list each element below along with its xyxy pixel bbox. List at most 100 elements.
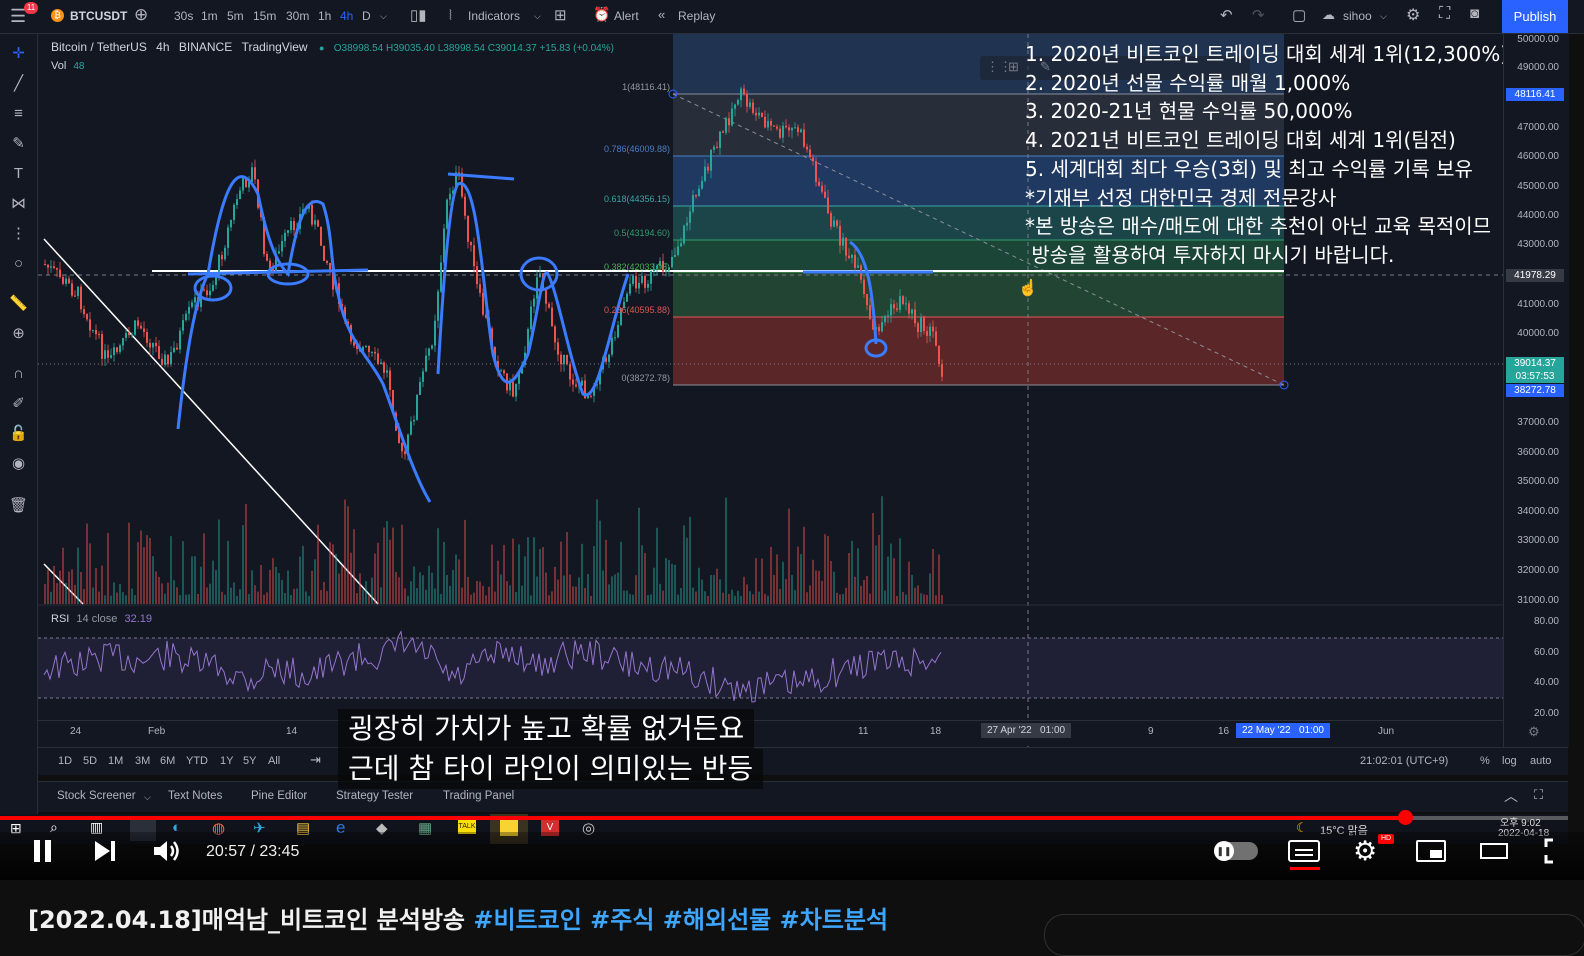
chevron-up-icon[interactable]: ︿ [1504, 786, 1518, 806]
volume-bar [548, 595, 550, 604]
interval-4h[interactable]: 4h [340, 9, 353, 23]
prediction-icon[interactable]: ⋮ [9, 224, 28, 243]
range-all[interactable]: All [268, 755, 280, 767]
range-6m[interactable]: 6M [160, 755, 175, 767]
symbol-search[interactable]: BTCUSDT [70, 9, 127, 23]
eye-icon[interactable]: ◉ [9, 454, 28, 473]
chevron-down-icon[interactable]: ⌵ [1380, 11, 1387, 22]
settings-gear-icon[interactable]: ⚙ [1353, 836, 1377, 867]
next-icon[interactable] [92, 838, 118, 864]
range-ytd[interactable]: YTD [186, 755, 208, 767]
candle-body [557, 342, 559, 355]
fullscreen-video-icon[interactable] [1544, 838, 1568, 864]
settings-icon[interactable]: ⚙ [1406, 5, 1420, 25]
interval-5m[interactable]: 5m [227, 9, 244, 23]
horizontal-lines-icon[interactable]: ≡ [9, 104, 28, 123]
range-1m[interactable]: 1M [108, 755, 123, 767]
price-scale[interactable]: 50000.00 49000.00 47000.00 46000.00 4500… [1503, 34, 1569, 747]
volume-bar [389, 539, 391, 604]
template-icon[interactable]: ⊞ [1008, 59, 1019, 75]
brush-icon[interactable]: ✎ [9, 134, 28, 153]
volume-bar [782, 561, 784, 604]
hashtag-link[interactable]: #차트분석 [780, 906, 888, 934]
compare-symbol-icon[interactable]: ⊕ [134, 5, 148, 25]
interval-1m[interactable]: 1m [201, 9, 218, 23]
zoom-icon[interactable]: ⊕ [9, 324, 28, 343]
pause-icon[interactable] [32, 838, 54, 864]
volume-bar [545, 572, 547, 604]
sidebar-chip[interactable] [1044, 914, 1584, 956]
volume-bar [812, 559, 814, 604]
volume-bar [95, 567, 97, 604]
undo-icon[interactable]: ↶ [1220, 6, 1233, 24]
chevron-down-icon[interactable]: ⌵ [144, 792, 151, 803]
chevron-down-icon[interactable]: ⌵ [534, 11, 541, 22]
chevron-down-icon[interactable]: ⌵ [380, 11, 387, 22]
layout-name[interactable]: sihoo [1343, 9, 1372, 23]
settings-icon[interactable]: ⚙ [1528, 724, 1540, 740]
interval-30m[interactable]: 30m [286, 9, 309, 23]
hashtag-link[interactable]: #비트코인 [473, 906, 581, 934]
tab-text-notes[interactable]: Text Notes [168, 790, 222, 802]
stay-drawing-icon[interactable]: ✐ [9, 394, 28, 413]
maximize-panel-icon[interactable]: ⛶ [1534, 787, 1543, 803]
interval-1h[interactable]: 1h [318, 9, 331, 23]
volume-bar [269, 569, 271, 604]
interval-1d[interactable]: D [362, 9, 371, 23]
alert-button[interactable]: Alert [614, 9, 639, 23]
volume-icon[interactable] [152, 838, 182, 864]
replay-button[interactable]: Replay [678, 9, 715, 23]
range-5d[interactable]: 5D [83, 755, 97, 767]
volume-bar [779, 589, 781, 604]
range-3m[interactable]: 3M [135, 755, 150, 767]
magnet-icon[interactable]: ∩ [9, 364, 28, 383]
range-1d[interactable]: 1D [58, 755, 72, 767]
subtitles-icon[interactable] [1288, 840, 1320, 862]
tab-pine-editor[interactable]: Pine Editor [251, 790, 307, 802]
trendline-icon[interactable]: ╱ [9, 74, 28, 93]
candle-body [437, 291, 439, 321]
tab-trading-panel[interactable]: Trading Panel [443, 790, 514, 802]
tab-strategy-tester[interactable]: Strategy Tester [336, 790, 413, 802]
interval-30s[interactable]: 30s [174, 9, 193, 23]
candle-body [689, 211, 691, 223]
goto-date-icon[interactable]: ⇥ [310, 752, 321, 768]
clock-time[interactable]: 21:02:01 (UTC+9) [1360, 755, 1448, 767]
range-5y[interactable]: 5Y [243, 755, 256, 767]
candles-icon[interactable]: ▯▮ [410, 6, 427, 24]
symbol-title[interactable]: Bitcoin / TetherUS [51, 40, 147, 54]
indicators-button[interactable]: Indicators [468, 9, 520, 23]
miniplayer-icon[interactable] [1416, 840, 1446, 862]
publish-button[interactable]: Publish [1502, 0, 1568, 33]
text-tool-icon[interactable]: T [9, 164, 28, 183]
range-1y[interactable]: 1Y [220, 755, 233, 767]
autoplay-toggle[interactable]: ❚❚ [1214, 841, 1258, 861]
trash-icon[interactable]: 🗑 [9, 496, 28, 515]
volume-bar [344, 499, 346, 604]
circle-icon[interactable]: ○ [9, 254, 28, 273]
time-axis[interactable]: 24 Feb 14 11 18 27 Apr '22 01:00 9 16 22… [38, 720, 1503, 743]
layout-icon[interactable]: ▢ [1292, 6, 1306, 24]
log-toggle[interactable]: log [1502, 755, 1517, 767]
theater-mode-icon[interactable] [1480, 843, 1508, 859]
redo-icon[interactable]: ↷ [1252, 6, 1265, 24]
fullscreen-icon[interactable]: ⛶ [1439, 5, 1450, 23]
tab-stock-screener[interactable]: Stock Screener [57, 790, 136, 802]
volume-bar [341, 566, 343, 604]
auto-toggle[interactable]: auto [1530, 755, 1551, 767]
ruler-icon[interactable]: 📏 [9, 294, 28, 313]
pattern-icon[interactable]: ⋈ [9, 194, 28, 213]
templates-icon[interactable]: ⊞ [554, 6, 567, 24]
lock-icon[interactable]: 🔓 [9, 424, 28, 443]
volume-bar [602, 570, 604, 604]
volume-bar [359, 573, 361, 604]
interval-15m[interactable]: 15m [253, 9, 276, 23]
hashtag-link[interactable]: #해외선물 [663, 906, 771, 934]
percent-toggle[interactable]: % [1480, 755, 1490, 767]
hashtag-link[interactable]: #주식 [590, 906, 654, 934]
candle-body [755, 112, 757, 116]
fib-zone-5 [673, 272, 1284, 317]
candle-body [812, 157, 814, 162]
camera-icon[interactable]: ◙ [1470, 5, 1479, 22]
crosshair-icon[interactable]: ✛ [9, 44, 28, 63]
